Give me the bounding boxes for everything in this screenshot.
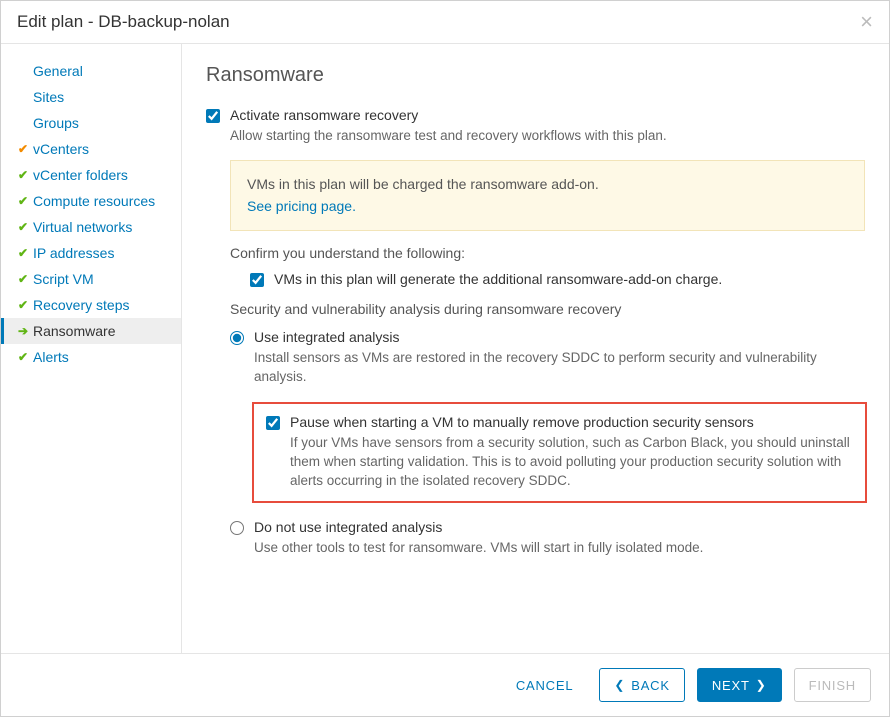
no-integrated-desc: Use other tools to test for ransomware. … xyxy=(254,539,865,558)
pause-sensors-checkbox[interactable] xyxy=(266,416,280,430)
sidebar-item-virtual-networks[interactable]: ✔Virtual networks xyxy=(1,214,181,240)
sidebar-item-label: Groups xyxy=(33,115,79,131)
sidebar-item-compute-resources[interactable]: ✔Compute resources xyxy=(1,188,181,214)
activate-ransomware-checkbox[interactable] xyxy=(206,109,220,123)
confirm-charge-label: VMs in this plan will generate the addit… xyxy=(274,271,722,287)
confirm-heading: Confirm you understand the following: xyxy=(230,245,865,261)
sidebar-item-groups[interactable]: Groups xyxy=(1,110,181,136)
sidebar-item-label: Recovery steps xyxy=(33,297,129,313)
no-integrated-label: Do not use integrated analysis xyxy=(254,519,442,535)
sidebar-item-label: Alerts xyxy=(33,349,69,365)
activate-label: Activate ransomware recovery xyxy=(230,107,418,123)
chevron-right-icon: ❯ xyxy=(756,678,767,692)
infobox-line1: VMs in this plan will be charged the ran… xyxy=(247,173,848,195)
sidebar-item-label: General xyxy=(33,63,83,79)
sidebar-item-label: Compute resources xyxy=(33,193,155,209)
pricing-link[interactable]: See pricing page. xyxy=(247,198,356,214)
check-icon: ✔ xyxy=(15,246,31,260)
pricing-infobox: VMs in this plan will be charged the ran… xyxy=(230,160,865,231)
check-icon: ✔ xyxy=(15,194,31,208)
pause-sensors-desc: If your VMs have sensors from a security… xyxy=(290,434,855,491)
check-icon: ✔ xyxy=(15,298,31,312)
footer: CANCEL ❮ BACK NEXT ❯ FINISH xyxy=(1,653,889,716)
use-integrated-desc: Install sensors as VMs are restored in t… xyxy=(254,349,865,387)
pause-highlight-box: Pause when starting a VM to manually rem… xyxy=(252,402,867,503)
sidebar-item-script-vm[interactable]: ✔Script VM xyxy=(1,266,181,292)
sidebar-item-ransomware[interactable]: ➔Ransomware xyxy=(1,318,181,344)
check-icon: ✔ xyxy=(15,220,31,234)
sidebar-item-label: vCenter folders xyxy=(33,167,128,183)
no-integrated-option: Do not use integrated analysis Use other… xyxy=(230,519,865,558)
titlebar: Edit plan - DB-backup-nolan × xyxy=(1,1,889,44)
check-icon: ✔ xyxy=(15,272,31,286)
sidebar-item-label: Virtual networks xyxy=(33,219,132,235)
arrow-icon: ➔ xyxy=(15,324,31,338)
check-icon: ✔ xyxy=(15,168,31,182)
activate-desc: Allow starting the ransomware test and r… xyxy=(230,127,865,146)
next-button[interactable]: NEXT ❯ xyxy=(697,668,782,702)
check-icon: ✔ xyxy=(15,350,31,364)
page-title: Ransomware xyxy=(206,64,865,87)
sidebar-item-vcenter-folders[interactable]: ✔vCenter folders xyxy=(1,162,181,188)
confirm-charge-checkbox[interactable] xyxy=(250,273,264,287)
use-integrated-label: Use integrated analysis xyxy=(254,329,400,345)
dialog-body: GeneralSitesGroups✔vCenters✔vCenter fold… xyxy=(1,44,889,653)
back-label: BACK xyxy=(631,678,670,693)
sidebar-item-label: vCenters xyxy=(33,141,89,157)
pause-sensors-label: Pause when starting a VM to manually rem… xyxy=(290,414,754,430)
sidebar-item-label: Ransomware xyxy=(33,323,115,339)
warn-icon: ✔ xyxy=(15,142,31,156)
sidebar-item-ip-addresses[interactable]: ✔IP addresses xyxy=(1,240,181,266)
dialog-title: Edit plan - DB-backup-nolan xyxy=(17,12,230,32)
next-label: NEXT xyxy=(712,678,750,693)
sidebar-item-sites[interactable]: Sites xyxy=(1,84,181,110)
activate-row: Activate ransomware recovery xyxy=(206,107,865,123)
chevron-left-icon: ❮ xyxy=(614,678,625,692)
finish-button[interactable]: FINISH xyxy=(794,668,871,702)
sidebar-item-label: Sites xyxy=(33,89,64,105)
no-integrated-radio[interactable] xyxy=(230,521,244,535)
use-integrated-radio[interactable] xyxy=(230,331,244,345)
content-pane: Ransomware Activate ransomware recovery … xyxy=(182,44,889,653)
sidebar-item-label: IP addresses xyxy=(33,245,114,261)
close-icon[interactable]: × xyxy=(860,11,873,33)
confirm-check-row: VMs in this plan will generate the addit… xyxy=(250,271,865,287)
analysis-heading: Security and vulnerability analysis duri… xyxy=(230,301,865,317)
use-integrated-option: Use integrated analysis Install sensors … xyxy=(230,329,865,503)
sidebar-item-vcenters[interactable]: ✔vCenters xyxy=(1,136,181,162)
cancel-button[interactable]: CANCEL xyxy=(502,668,588,702)
wizard-sidebar: GeneralSitesGroups✔vCenters✔vCenter fold… xyxy=(1,44,182,653)
back-button[interactable]: ❮ BACK xyxy=(599,668,684,702)
analysis-radiogroup: Use integrated analysis Install sensors … xyxy=(230,329,865,558)
sidebar-item-label: Script VM xyxy=(33,271,94,287)
sidebar-item-alerts[interactable]: ✔Alerts xyxy=(1,344,181,370)
sidebar-item-recovery-steps[interactable]: ✔Recovery steps xyxy=(1,292,181,318)
sidebar-item-general[interactable]: General xyxy=(1,58,181,84)
edit-plan-dialog: Edit plan - DB-backup-nolan × General Sit… xyxy=(0,0,890,717)
